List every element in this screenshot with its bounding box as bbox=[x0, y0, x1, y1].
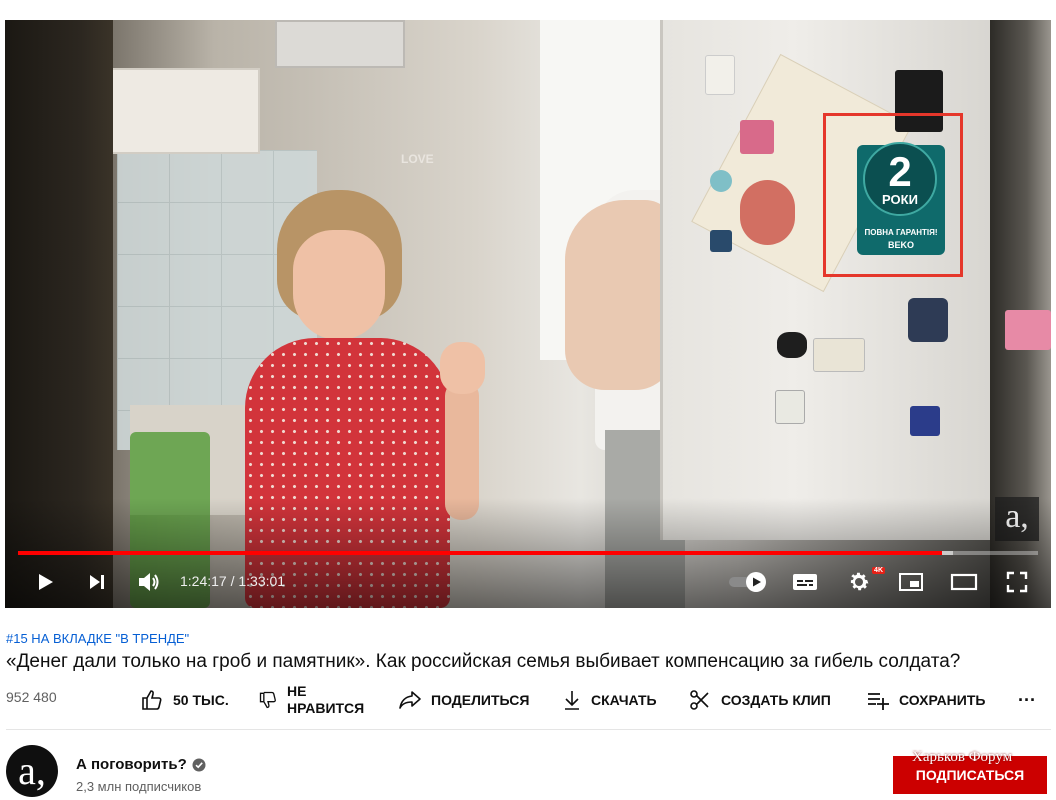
play-button[interactable] bbox=[27, 564, 63, 600]
dislike-label: НЕ НРАВИТСЯ bbox=[287, 683, 364, 717]
subscriber-count: 2,3 млн подписчиков bbox=[76, 779, 202, 794]
subtitles-button[interactable] bbox=[785, 564, 825, 600]
scene-magnet bbox=[710, 230, 732, 252]
save-label: СОХРАНИТЬ bbox=[899, 692, 986, 708]
dislike-label-line2: НРАВИТСЯ bbox=[287, 700, 365, 716]
divider bbox=[6, 729, 1051, 730]
download-button[interactable]: СКАЧАТЬ bbox=[562, 682, 657, 718]
video-player[interactable]: 2 РОКИ ПОВНА ГАРАНТІЯ! BEKO LOVE а, bbox=[5, 20, 1051, 608]
progress-bar[interactable] bbox=[18, 551, 1038, 555]
dislike-button[interactable]: НЕ НРАВИТСЯ bbox=[258, 682, 364, 718]
playlist-add-icon bbox=[868, 693, 889, 710]
scene-woman-arm bbox=[565, 200, 675, 390]
highlight-box bbox=[823, 113, 963, 277]
share-button[interactable]: ПОДЕЛИТЬСЯ bbox=[398, 682, 529, 718]
quality-badge: 4K bbox=[872, 567, 885, 574]
clip-label: СОЗДАТЬ КЛИП bbox=[721, 692, 831, 708]
scene-magnet bbox=[710, 170, 732, 192]
more-actions-button[interactable]: ··· bbox=[1018, 682, 1036, 718]
time-display: 1:24:17 / 1:33:01 bbox=[180, 573, 286, 589]
save-button[interactable]: СОХРАНИТЬ bbox=[866, 682, 985, 718]
scene-girl-fist bbox=[440, 342, 485, 394]
scene-microwave bbox=[275, 20, 405, 68]
player-controls: 1:24:17 / 1:33:01 4K bbox=[5, 564, 1051, 600]
trending-hashtag[interactable]: #15 НА ВКЛАДКЕ "В ТРЕНДЕ" bbox=[6, 631, 189, 646]
autoplay-toggle-icon bbox=[729, 572, 766, 592]
settings-icon bbox=[850, 572, 869, 591]
progress-played bbox=[18, 551, 943, 555]
fullscreen-icon bbox=[1006, 571, 1028, 593]
theater-button[interactable] bbox=[943, 564, 985, 600]
autoplay-toggle[interactable] bbox=[727, 564, 769, 600]
view-count: 952 480 bbox=[6, 689, 57, 705]
video-title: «Денег дали только на гроб и памятник». … bbox=[6, 651, 961, 672]
subscribe-button[interactable]: ПОДПИСАТЬСЯ bbox=[893, 756, 1047, 794]
miniplayer-icon bbox=[899, 573, 923, 591]
volume-icon bbox=[139, 573, 159, 591]
download-icon bbox=[565, 691, 579, 710]
settings-button[interactable]: 4K bbox=[839, 564, 885, 600]
like-count: 50 ТЫС. bbox=[173, 692, 229, 708]
scene-girl-face bbox=[293, 230, 385, 340]
scene-magnet bbox=[908, 298, 948, 342]
channel-name-row[interactable]: А поговорить? bbox=[76, 756, 206, 773]
play-icon bbox=[39, 574, 53, 590]
scene-magnet bbox=[910, 406, 940, 436]
action-bar: 50 ТЫС. НЕ НРАВИТСЯ ПОДЕЛИТЬСЯ СКАЧАТЬ С… bbox=[140, 682, 1056, 718]
thumbs-up-icon bbox=[142, 690, 162, 710]
like-button[interactable]: 50 ТЫС. bbox=[140, 682, 229, 718]
channel-name[interactable]: А поговорить? bbox=[76, 756, 187, 773]
share-icon bbox=[399, 691, 421, 709]
verified-icon bbox=[192, 758, 206, 771]
scene-magnet bbox=[705, 55, 735, 95]
scene-magnet bbox=[1005, 310, 1051, 350]
scene-drawing-detail bbox=[740, 180, 795, 245]
channel-avatar[interactable]: а, bbox=[6, 745, 58, 797]
miniplayer-button[interactable] bbox=[891, 564, 931, 600]
volume-button[interactable] bbox=[129, 564, 169, 600]
scene-magnet bbox=[777, 332, 807, 358]
subtitles-icon bbox=[793, 574, 817, 590]
thumbs-down-icon bbox=[259, 691, 276, 709]
next-icon bbox=[90, 575, 104, 589]
download-label: СКАЧАТЬ bbox=[591, 692, 657, 708]
dislike-label-line1: НЕ bbox=[287, 683, 307, 699]
more-icon: ··· bbox=[1018, 689, 1036, 710]
fullscreen-button[interactable] bbox=[997, 564, 1037, 600]
scissors-icon bbox=[690, 690, 709, 710]
scene-magnet bbox=[740, 120, 774, 154]
clip-button[interactable]: СОЗДАТЬ КЛИП bbox=[688, 682, 831, 718]
scene-magnet bbox=[775, 390, 805, 424]
theater-icon bbox=[950, 573, 978, 591]
scene-wall-text: LOVE bbox=[401, 152, 434, 166]
scene-magnet bbox=[813, 338, 865, 372]
share-label: ПОДЕЛИТЬСЯ bbox=[431, 692, 530, 708]
next-button[interactable] bbox=[79, 564, 115, 600]
scene-cabinet bbox=[100, 68, 260, 154]
